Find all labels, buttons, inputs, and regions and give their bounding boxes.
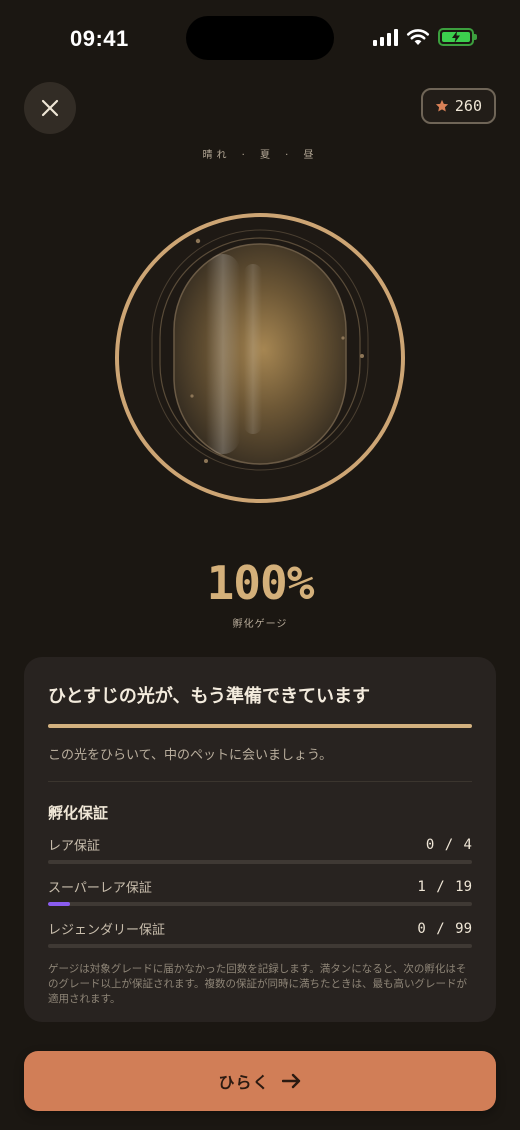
egg-portal-graphic (110, 208, 410, 508)
guarantee-row-rare: レア保証 0 / 4 (48, 835, 472, 864)
cellular-signal-icon (373, 28, 398, 46)
status-icons (373, 28, 477, 46)
environment-label: 晴れ · 夏 · 昼 (202, 150, 318, 161)
guarantee-progress-track (48, 860, 472, 864)
guarantee-progress-track (48, 902, 472, 906)
star-count: 260 (454, 97, 482, 115)
star-balance-badge[interactable]: 260 (420, 88, 496, 124)
title-progress-bar (48, 724, 472, 728)
guarantee-row-legendary: レジェンダリー保証 0 / 99 (48, 919, 472, 948)
hatch-gauge-value: 100% (206, 556, 315, 610)
close-button[interactable] (24, 82, 76, 134)
divider (48, 781, 472, 782)
guarantee-count: 0 / 99 (417, 920, 472, 937)
guarantee-count: 0 / 4 (425, 836, 472, 853)
close-icon (41, 99, 59, 117)
arrow-right-icon (281, 1073, 300, 1089)
card-subtitle: この光をひらいて、中のペットに会いましょう。 (48, 748, 333, 763)
guarantee-label: スーパーレア保証 (48, 881, 152, 896)
guarantee-progress-fill (48, 902, 71, 906)
status-time: 09:41 (70, 26, 129, 51)
guarantee-note: ゲージは対象グレードに届かなかった回数を記録します。満タンになると、次の孵化はそ… (48, 963, 467, 1005)
guarantee-label: レジェンダリー保証 (48, 923, 166, 938)
hatch-gauge-label: 孵化ゲージ (232, 619, 288, 630)
battery-icon (438, 28, 477, 46)
guarantee-progress-track (48, 944, 472, 948)
open-button-label: ひらく (218, 1073, 270, 1092)
guarantee-label: レア保証 (48, 839, 101, 854)
hatch-info-card: ひとすじの光が、もう準備できています この光をひらいて、中のペットに会いましょう… (24, 657, 496, 1022)
dynamic-island (186, 16, 334, 60)
star-icon (435, 99, 449, 112)
card-title: ひとすじの光が、もう準備できています (48, 686, 371, 707)
guarantee-count: 1 / 19 (417, 878, 472, 895)
wifi-icon (406, 29, 430, 45)
guarantee-row-super-rare: スーパーレア保証 1 / 19 (48, 877, 472, 906)
guarantee-section-title: 孵化保証 (48, 804, 109, 822)
open-button[interactable]: ひらく (24, 1051, 496, 1111)
egg-illustration[interactable] (110, 208, 410, 508)
status-bar: 09:41 (0, 0, 520, 80)
